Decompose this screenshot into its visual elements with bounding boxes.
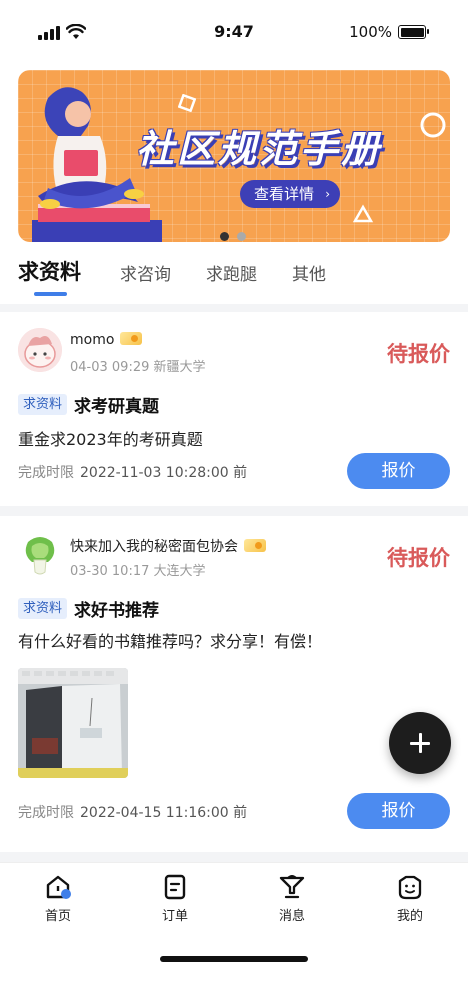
carousel-indicator[interactable] xyxy=(220,226,254,242)
post-card[interactable]: momo 04-03 09:29 新疆大学 待报价 求资料 求考研真题 重金求2… xyxy=(0,312,468,506)
profile-icon xyxy=(398,875,422,900)
avatar-image xyxy=(18,328,62,372)
square-decoration xyxy=(178,94,196,112)
post-photo[interactable] xyxy=(18,668,128,778)
message-icon xyxy=(279,875,305,899)
chevron-right-icon: › xyxy=(325,187,331,201)
coin-badge-icon xyxy=(244,539,266,552)
tab-errand[interactable]: 求跑腿 xyxy=(206,260,257,285)
add-post-button[interactable] xyxy=(389,712,451,774)
post-description: 有什么好看的书籍推荐吗？求分享！有偿！ xyxy=(18,632,323,651)
post-title: 求考研真题 xyxy=(74,397,159,417)
post-description: 重金求2023年的考研真题 xyxy=(18,430,203,449)
status-badge: 待报价 xyxy=(387,342,450,366)
post-school: 新疆大学 xyxy=(153,360,206,375)
circle-decoration xyxy=(420,112,446,138)
battery-icon xyxy=(398,25,429,39)
category-tabs: 求资料 求咨询 求跑腿 其他 xyxy=(0,254,468,300)
nav-label: 我的 xyxy=(396,909,423,924)
post-title: 求好书推荐 xyxy=(74,601,159,621)
tab-other[interactable]: 其他 xyxy=(292,260,326,285)
coin-badge-icon xyxy=(120,332,143,345)
nav-item-messages[interactable]: 消息 xyxy=(252,873,332,924)
status-badge: 待报价 xyxy=(387,546,450,570)
username-text: momo xyxy=(70,332,115,348)
quote-button[interactable]: 报价 xyxy=(347,453,450,489)
top-area: 社区规范手册 查看详情 › 求资料 求咨询 求跑腿 其他 xyxy=(0,64,468,304)
triangle-decoration xyxy=(352,204,374,223)
avatar[interactable] xyxy=(18,328,62,372)
username-text: 快来加入我的秘密面包协会 xyxy=(70,539,238,555)
category-tag: 求资料 xyxy=(18,598,68,619)
bottom-nav: 首页 订单 消息 我的 xyxy=(0,862,468,986)
deadline-label: 完成时限 xyxy=(18,805,74,821)
deadline: 完成时限 2022-11-03 10:28:00 前 xyxy=(18,462,247,482)
carousel-dot[interactable] xyxy=(237,232,246,241)
post-time: 04-03 09:29 xyxy=(70,360,150,375)
tab-materials[interactable]: 求资料 xyxy=(18,256,81,286)
nav-label: 首页 xyxy=(44,909,71,924)
home-indicator[interactable] xyxy=(160,956,308,962)
post-meta: 03-30 10:17 大连大学 xyxy=(70,560,206,579)
post-school: 大连大学 xyxy=(153,564,206,579)
banner-title: 社区规范手册 xyxy=(136,127,383,171)
quote-button[interactable]: 报价 xyxy=(347,793,450,829)
tab-consult[interactable]: 求咨询 xyxy=(120,260,171,285)
deadline: 完成时限 2022-04-15 11:16:00 前 xyxy=(18,802,247,822)
nav-label: 消息 xyxy=(278,909,305,924)
username: momo xyxy=(70,332,143,348)
nav-item-home[interactable]: 首页 xyxy=(18,873,98,924)
post-meta: 04-03 09:29 新疆大学 xyxy=(70,356,206,375)
banner[interactable]: 社区规范手册 查看详情 › xyxy=(18,70,450,242)
category-tag: 求资料 xyxy=(18,394,68,415)
status-bar: 9:47 100% xyxy=(0,0,468,64)
book-photo-image xyxy=(18,668,128,778)
nav-label: 订单 xyxy=(161,909,188,924)
cabbage-avatar-image xyxy=(18,532,62,576)
banner-button-label: 查看详情 xyxy=(254,185,315,203)
username: 快来加入我的秘密面包协会 xyxy=(70,536,266,556)
order-icon xyxy=(164,874,186,900)
post-time: 03-30 10:17 xyxy=(70,564,150,579)
post-card[interactable]: 快来加入我的秘密面包协会 03-30 10:17 大连大学 待报价 求资料 求好… xyxy=(0,516,468,852)
banner-details-button[interactable]: 查看详情 › xyxy=(240,180,341,208)
deadline-value: 2022-04-15 11:16:00 前 xyxy=(80,805,248,821)
avatar[interactable] xyxy=(18,532,62,576)
nav-item-profile[interactable]: 我的 xyxy=(370,873,450,924)
carousel-dot-active[interactable] xyxy=(220,232,229,241)
battery-percent: 100% xyxy=(349,23,392,41)
deadline-label: 完成时限 xyxy=(18,465,74,481)
active-tab-indicator xyxy=(34,292,67,296)
nav-item-orders[interactable]: 订单 xyxy=(135,873,215,924)
home-icon xyxy=(46,875,71,899)
deadline-value: 2022-11-03 10:28:00 前 xyxy=(80,465,248,481)
